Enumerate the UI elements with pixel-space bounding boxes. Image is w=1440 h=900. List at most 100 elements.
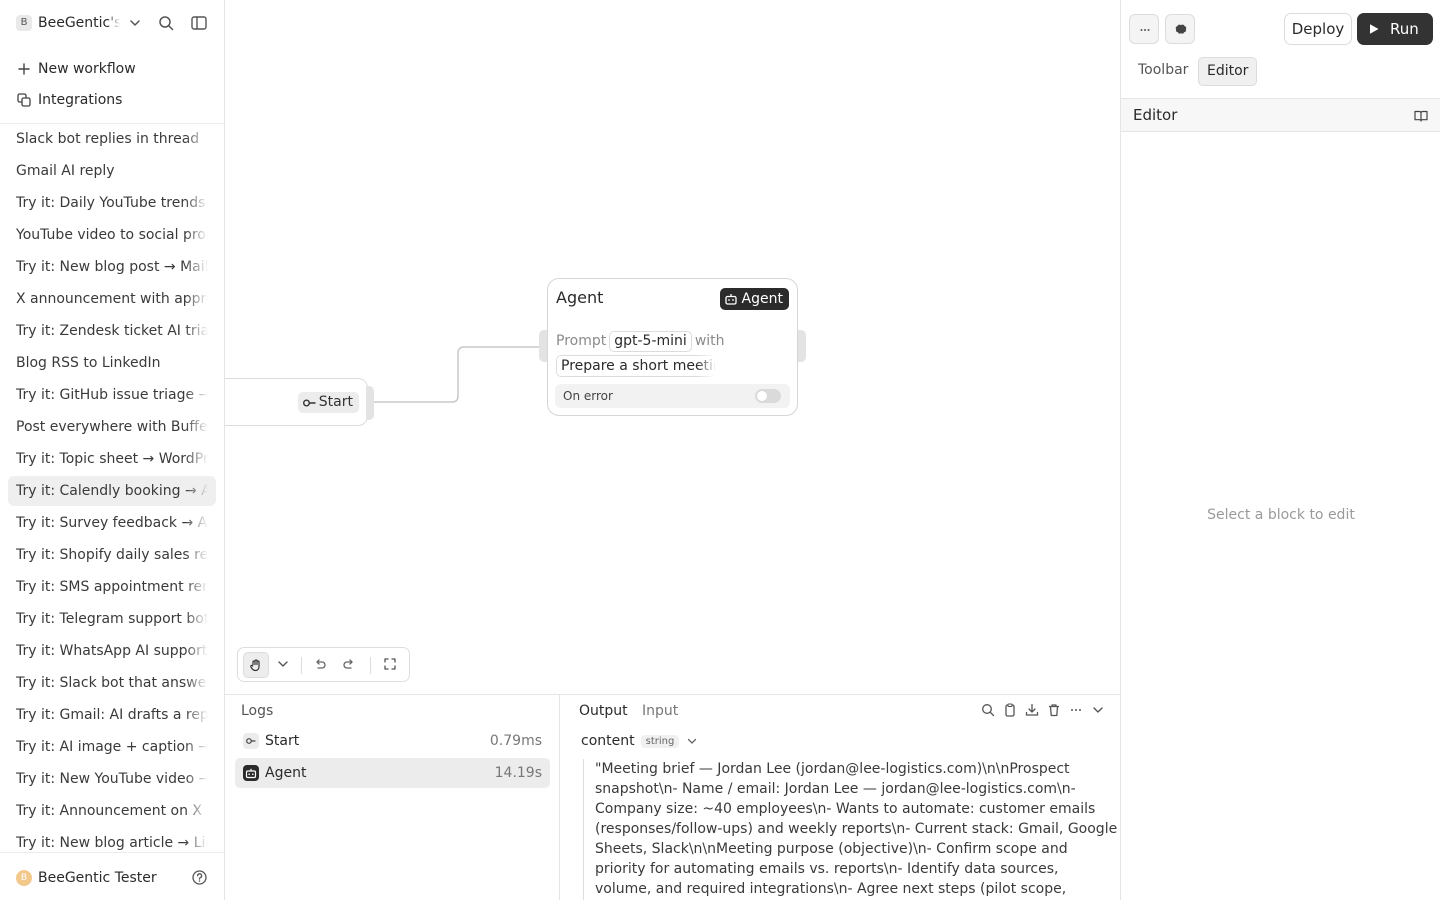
sidebar-toggle-icon[interactable] [190, 14, 208, 32]
editor-header: Editor [1121, 98, 1440, 132]
integrations-label: Integrations [38, 92, 123, 108]
sidebar-footer: B BeeGentic Tester [0, 852, 224, 900]
help-icon[interactable] [191, 869, 208, 886]
on-error-toggle[interactable] [755, 389, 781, 403]
canvas-toolbar [237, 647, 410, 682]
workflow-list-item-label: Try it: Shopify daily sales report [16, 547, 208, 563]
workflow-list-item-label: Try it: WhatsApp AI support agent [16, 643, 208, 659]
start-tag: Start [297, 392, 359, 413]
tab-toolbar[interactable]: Toolbar [1130, 57, 1196, 86]
workflow-list-item-label: Gmail AI reply [16, 163, 115, 179]
workflow-list-item[interactable]: Blog RSS to LinkedIn [8, 348, 216, 378]
with-label: with [694, 333, 725, 349]
workflow-list-item[interactable]: X announcement with approval [8, 284, 216, 314]
workflow-list-item[interactable]: Try it: Topic sheet → WordPress [8, 444, 216, 474]
workflow-list-item-label: Try it: Daily YouTube trends digest [16, 195, 208, 211]
fit-view-button[interactable] [378, 652, 404, 678]
workspace-avatar[interactable]: B [16, 15, 32, 31]
workflow-list-item[interactable]: Try it: Shopify daily sales report [8, 540, 216, 570]
on-error-row: On error [555, 384, 790, 408]
log-row-label: Start [265, 733, 300, 749]
workflow-list-item[interactable]: Try it: Announcement on X (Twitter) [8, 796, 216, 826]
workspace-name[interactable]: BeeGentic's [38, 13, 120, 33]
agent-badge-label: Agent [741, 291, 783, 307]
robot-icon [724, 294, 737, 305]
redo-button[interactable] [337, 652, 363, 678]
workflow-list-item-label: Try it: New blog post → Mailchimp [16, 259, 208, 275]
search-icon[interactable] [157, 14, 175, 32]
log-row-duration: 0.79ms [489, 733, 542, 749]
agent-output-handle[interactable] [798, 330, 806, 362]
workflow-list-item[interactable]: Try it: Survey feedback → AI summary [8, 508, 216, 538]
workflow-list-item-label: Try it: Zendesk ticket AI triage [16, 323, 208, 339]
chevron-down-icon[interactable] [685, 734, 699, 748]
workflow-list-item-label: Try it: AI image + caption → Instagram [16, 739, 208, 755]
new-workflow-button[interactable]: New workflow [8, 55, 216, 83]
plus-icon [16, 61, 32, 77]
start-node[interactable]: Start [225, 378, 368, 426]
agent-node[interactable]: Agent Agent Prompt gpt-5-mini with Prepa… [547, 278, 798, 416]
integrations-link[interactable]: Integrations [8, 86, 216, 114]
workflow-list-item[interactable]: Gmail AI reply [8, 156, 216, 186]
search-icon[interactable] [980, 702, 996, 718]
workflow-list-item[interactable]: Try it: Gmail: AI drafts a reply [8, 700, 216, 730]
tool-menu-button[interactable] [271, 652, 297, 678]
deploy-button[interactable]: Deploy [1284, 13, 1352, 45]
workflow-list-item[interactable]: Post everywhere with Buffer [8, 412, 216, 442]
robot-icon [243, 765, 259, 781]
workflow-list-item-label: YouTube video to social promo [16, 227, 208, 243]
user-avatar[interactable]: B [16, 870, 32, 886]
workflow-list-item[interactable]: Try it: WhatsApp AI support agent [8, 636, 216, 666]
workflow-list-item[interactable]: YouTube video to social promo [8, 220, 216, 250]
workflow-list-item-label: Try it: GitHub issue triage → Slack [16, 387, 208, 403]
tab-output[interactable]: Output [579, 701, 628, 721]
workflow-list-item-label: Try it: Calendly booking → AI brief [16, 483, 208, 499]
download-icon[interactable] [1024, 702, 1040, 718]
workflow-canvas[interactable]: Start Agent Agent Prompt gpt-5-mini with… [225, 0, 1120, 694]
log-row-start[interactable]: Start 0.79ms [235, 726, 550, 756]
copy-icon[interactable] [1002, 702, 1018, 718]
workflow-list-item-label: Try it: Announcement on X (Twitter) [16, 803, 208, 819]
log-row-agent[interactable]: Agent 14.19s [235, 758, 550, 788]
book-icon[interactable] [1413, 108, 1429, 124]
agent-node-title: Agent [556, 288, 604, 307]
more-icon [1140, 29, 1150, 31]
chevron-down-icon[interactable] [1090, 702, 1106, 718]
workflow-list-item[interactable]: Try it: Calendly booking → AI brief [8, 476, 216, 506]
workflow-list-item[interactable]: Try it: New YouTube video → X post [8, 764, 216, 794]
workflow-list-item[interactable]: Try it: GitHub issue triage → Slack [8, 380, 216, 410]
model-chip[interactable]: gpt-5-mini [609, 330, 692, 352]
assistant-button[interactable] [1165, 14, 1195, 44]
logs-title: Logs [241, 703, 274, 719]
run-button[interactable]: Run [1357, 13, 1433, 45]
workflow-list-item[interactable]: Try it: New blog article → LinkedIn [8, 828, 216, 852]
more-icon[interactable] [1068, 702, 1084, 718]
hand-tool-button[interactable] [243, 652, 269, 678]
workflow-list-item-label: X announcement with approval [16, 291, 208, 307]
agent-input-handle[interactable] [539, 330, 547, 362]
on-error-label: On error [563, 389, 613, 403]
workflow-list-item[interactable]: Try it: Slack bot that answers questions [8, 668, 216, 698]
workflow-list-item-label: Blog RSS to LinkedIn [16, 355, 161, 371]
undo-button[interactable] [308, 652, 334, 678]
tab-editor[interactable]: Editor [1198, 57, 1258, 86]
workflow-list-item-label: Post everywhere with Buffer [16, 419, 208, 435]
workflow-list-item[interactable]: Try it: New blog post → Mailchimp [8, 252, 216, 282]
workflow-list-item[interactable]: Try it: SMS appointment reminders [8, 572, 216, 602]
integrations-icon [16, 92, 32, 108]
chevron-down-icon[interactable] [127, 15, 143, 31]
prompt-preview-chip[interactable]: Prepare a short meeting brief [556, 355, 716, 377]
workflow-list-item[interactable]: Try it: Daily YouTube trends digest [8, 188, 216, 218]
start-output-handle[interactable] [366, 386, 374, 420]
chevron-down-icon [278, 661, 288, 667]
more-options-button[interactable] [1129, 14, 1159, 44]
user-name[interactable]: BeeGentic Tester [38, 868, 157, 888]
workflow-list-item[interactable]: Slack bot replies in thread [8, 124, 216, 154]
workflow-list-item-label: Try it: New YouTube video → X post [16, 771, 208, 787]
tab-input[interactable]: Input [642, 701, 678, 721]
trash-icon[interactable] [1046, 702, 1062, 718]
workflow-list-item[interactable]: Try it: AI image + caption → Instagram [8, 732, 216, 762]
toolbar-divider [301, 657, 302, 674]
workflow-list-item[interactable]: Try it: Zendesk ticket AI triage [8, 316, 216, 346]
workflow-list-item[interactable]: Try it: Telegram support bot [8, 604, 216, 634]
